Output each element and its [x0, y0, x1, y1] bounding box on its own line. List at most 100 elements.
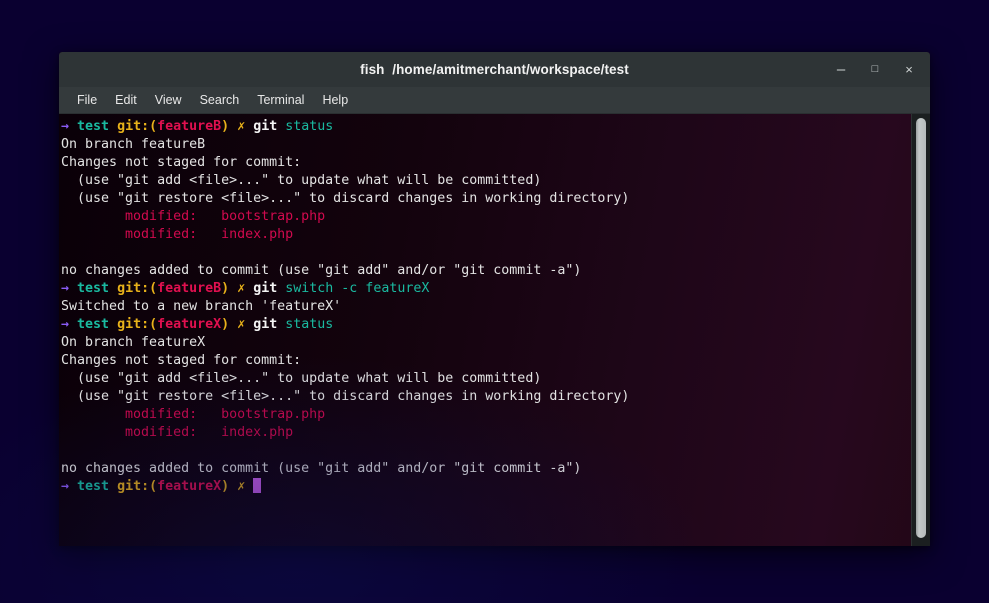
terminal-output-row: modified: bootstrap.php — [61, 208, 912, 226]
terminal-output-row: (use "git add <file>..." to update what … — [61, 172, 912, 190]
prompt-branch-name: featureB — [157, 119, 222, 134]
terminal-prompt-line: → test git:(featureX) ✗ git status — [61, 316, 912, 334]
prompt-directory: test — [77, 281, 110, 296]
terminal-output-line: (use "git restore <file>..." to discard … — [61, 389, 630, 404]
terminal-output-row: modified: bootstrap.php — [61, 406, 912, 424]
prompt-directory: test — [77, 479, 110, 494]
terminal-output-row: Changes not staged for commit: — [61, 352, 912, 370]
terminal-body[interactable]: → test git:(featureB) ✗ git status On bra… — [59, 114, 930, 546]
prompt-arrow-icon: → — [61, 119, 70, 134]
terminal-output-line: Changes not staged for commit: — [61, 353, 302, 368]
terminal-output-line: On branch featureB — [61, 137, 206, 152]
terminal-output-row: modified: index.php — [61, 226, 912, 244]
minimize-button[interactable]: – — [824, 56, 858, 84]
terminal-output-row: (use "git restore <file>..." to discard … — [61, 388, 912, 406]
maximize-button[interactable]: □ — [858, 56, 892, 84]
menu-item-help[interactable]: Help — [313, 90, 357, 110]
terminal-prompt-line: → test git:(featureB) ✗ git switch -c fe… — [61, 280, 912, 298]
terminal-output-line: (use "git add <file>..." to update what … — [61, 173, 542, 188]
prompt-directory: test — [77, 317, 110, 332]
prompt-branch-name: featureB — [157, 281, 222, 296]
prompt-arrow-icon: → — [61, 317, 70, 332]
terminal-output-row — [61, 442, 912, 460]
terminal-scrollbar[interactable] — [911, 114, 930, 546]
terminal-cursor — [253, 478, 262, 493]
prompt-git-label: git:( — [117, 479, 158, 494]
prompt-git-label-close: ) — [221, 317, 230, 332]
terminal-output-line: no changes added to commit (use "git add… — [61, 461, 582, 476]
terminal-command: git — [253, 119, 278, 134]
terminal-command-args: switch -c featureX — [277, 281, 430, 296]
prompt-git-label: git:( — [117, 119, 158, 134]
prompt-arrow-icon: → — [61, 479, 70, 494]
terminal-output-line: no changes added to commit (use "git add… — [61, 263, 582, 278]
scrollbar-thumb[interactable] — [916, 118, 926, 538]
terminal-output-row: no changes added to commit (use "git add… — [61, 460, 912, 478]
prompt-arrow-icon: → — [61, 281, 70, 296]
terminal-modified-file: modified: index.php — [61, 425, 294, 440]
terminal-output-row: (use "git add <file>..." to update what … — [61, 370, 912, 388]
terminal-command-args: status — [277, 317, 334, 332]
terminal-window: fish /home/amitmerchant/workspace/test –… — [59, 52, 930, 546]
terminal-output-row — [61, 244, 912, 262]
prompt-git-label-close: ) — [221, 119, 230, 134]
prompt-dirty-icon: ✗ — [237, 119, 246, 134]
terminal-output-row: On branch featureB — [61, 136, 912, 154]
terminal-output-row: On branch featureX — [61, 334, 912, 352]
terminal-output-row: Switched to a new branch 'featureX' — [61, 298, 912, 316]
window-titlebar[interactable]: fish /home/amitmerchant/workspace/test –… — [59, 52, 930, 87]
close-button[interactable]: × — [892, 56, 926, 84]
prompt-git-label: git:( — [117, 281, 158, 296]
menu-item-file[interactable]: File — [68, 90, 106, 110]
prompt-branch-name: featureX — [157, 317, 222, 332]
terminal-screen[interactable]: → test git:(featureB) ✗ git status On bra… — [59, 118, 912, 496]
terminal-output-line: Changes not staged for commit: — [61, 155, 302, 170]
window-controls: – □ × — [824, 52, 926, 87]
prompt-branch-name: featureX — [157, 479, 222, 494]
terminal-output-line: Switched to a new branch 'featureX' — [61, 299, 342, 314]
terminal-prompt-line: → test git:(featureB) ✗ git status — [61, 118, 912, 136]
terminal-output-row: (use "git restore <file>..." to discard … — [61, 190, 912, 208]
prompt-git-label: git:( — [117, 317, 158, 332]
prompt-dirty-icon: ✗ — [237, 281, 246, 296]
terminal-output-line: (use "git add <file>..." to update what … — [61, 371, 542, 386]
menu-bar: File Edit View Search Terminal Help — [59, 87, 930, 114]
menu-item-edit[interactable]: Edit — [106, 90, 146, 110]
menu-item-view[interactable]: View — [146, 90, 191, 110]
terminal-prompt-line: → test git:(featureX) ✗ — [61, 478, 912, 496]
menu-item-terminal[interactable]: Terminal — [248, 90, 313, 110]
terminal-modified-file: modified: index.php — [61, 227, 294, 242]
terminal-output-row: no changes added to commit (use "git add… — [61, 262, 912, 280]
window-title: fish /home/amitmerchant/workspace/test — [360, 62, 629, 77]
terminal-command: git — [253, 317, 278, 332]
terminal-modified-file: modified: bootstrap.php — [61, 407, 326, 422]
terminal-command: git — [253, 281, 278, 296]
menu-item-search[interactable]: Search — [191, 90, 249, 110]
terminal-command-args: status — [277, 119, 334, 134]
terminal-output-row: Changes not staged for commit: — [61, 154, 912, 172]
desktop-wallpaper: fish /home/amitmerchant/workspace/test –… — [0, 0, 989, 603]
terminal-output-line: (use "git restore <file>..." to discard … — [61, 191, 630, 206]
prompt-git-label-close: ) — [221, 479, 230, 494]
terminal-output-row: modified: index.php — [61, 424, 912, 442]
terminal-output-line: On branch featureX — [61, 335, 206, 350]
prompt-git-label-close: ) — [221, 281, 230, 296]
prompt-dirty-icon: ✗ — [237, 317, 246, 332]
terminal-modified-file: modified: bootstrap.php — [61, 209, 326, 224]
